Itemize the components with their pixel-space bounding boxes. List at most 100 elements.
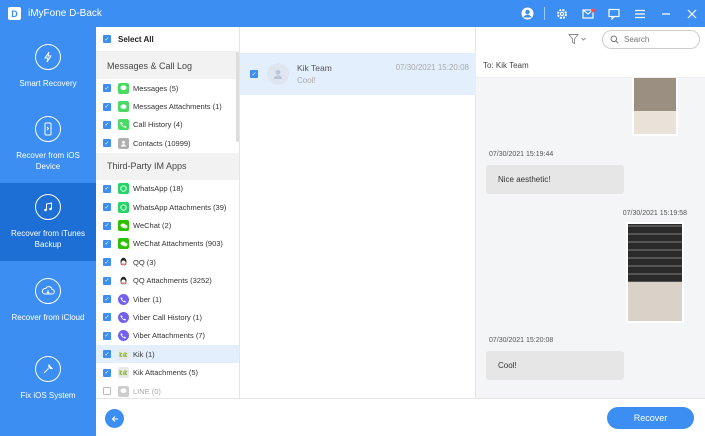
image-message[interactable]	[632, 78, 678, 136]
category-checkbox[interactable]: ✓	[103, 295, 111, 304]
arrow-left-icon	[111, 415, 118, 422]
category-panel: ✓ Select All Messages & Call Log ✓ Messa…	[96, 27, 240, 398]
app-title: iMyFone D-Back	[28, 8, 102, 19]
category-item[interactable]: ✓ WhatsApp Attachments (39)	[96, 198, 239, 216]
category-item[interactable]: ✓ Messages Attachments (1)	[96, 97, 239, 115]
category-label: Messages (5)	[133, 83, 179, 93]
title-separator	[544, 7, 545, 20]
chat-area[interactable]: 07/30/2021 15:19:44 Nice aesthetic! 07/3…	[476, 78, 705, 398]
sidebar-item-label: Smart Recovery	[19, 78, 77, 88]
chat-header: To: Kik Team	[476, 53, 705, 78]
category-checkbox[interactable]: ✓	[103, 276, 111, 285]
category-item[interactable]: ✓ Kik Attachments (5)	[96, 363, 239, 381]
wechat-icon	[118, 220, 129, 232]
category-item[interactable]: ✓ Viber (1)	[96, 290, 239, 308]
category-item[interactable]: ✓ Viber Attachments (7)	[96, 327, 239, 345]
category-checkbox[interactable]: ✓	[103, 203, 111, 212]
sidebar-item-label: Fix iOS System	[20, 390, 76, 400]
category-item[interactable]: ✓ Viber Call History (1)	[96, 308, 239, 326]
whatsapp-icon	[118, 183, 129, 195]
sidebar-item-smart-recovery[interactable]: Smart Recovery	[0, 27, 96, 105]
kik-icon	[118, 348, 129, 360]
phone-icon	[118, 119, 129, 131]
category-label: Viber (1)	[133, 294, 162, 304]
sidebar-item-label: Recover from iTunes Backup	[11, 229, 85, 249]
message-bubble: Cool!	[486, 351, 624, 380]
search-icon	[610, 35, 619, 44]
search-box[interactable]	[602, 30, 700, 49]
viber-call-history-icon	[118, 311, 129, 323]
conversation-checkbox[interactable]: ✓	[250, 70, 258, 78]
category-item[interactable]: ✓ Kik (1)	[96, 345, 239, 364]
category-item[interactable]: ✓ WeChat (2)	[96, 216, 239, 234]
category-checkbox[interactable]: ✓	[103, 184, 111, 193]
settings-icon[interactable]	[549, 0, 575, 27]
category-label: Messages Attachments (1)	[133, 102, 222, 112]
category-checkbox[interactable]: ✓	[103, 313, 111, 322]
category-checkbox[interactable]: ✓	[103, 350, 111, 359]
category-item[interactable]: ✓ Messages (5)	[96, 79, 239, 97]
back-button[interactable]	[105, 409, 124, 428]
category-label: QQ Attachments (3252)	[133, 276, 212, 286]
search-input[interactable]	[624, 35, 694, 44]
menu-icon[interactable]	[627, 0, 653, 27]
category-checkbox[interactable]: ✓	[103, 120, 111, 129]
category-checkbox[interactable]	[103, 387, 111, 396]
category-checkbox[interactable]: ✓	[103, 139, 111, 148]
category-label: Kik Attachments (5)	[133, 368, 199, 378]
feedback-icon[interactable]	[601, 0, 627, 27]
category-checkbox[interactable]: ✓	[103, 84, 111, 93]
category-checkbox[interactable]: ✓	[103, 102, 111, 111]
conversation-preview: Cool!	[297, 76, 316, 85]
category-label: WhatsApp Attachments (39)	[133, 202, 227, 212]
category-label: QQ (3)	[133, 257, 156, 267]
filter-icon[interactable]	[568, 32, 590, 46]
category-item[interactable]: ✓ QQ Attachments (3252)	[96, 272, 239, 290]
category-item[interactable]: LINE (0)	[96, 382, 239, 398]
category-label: WeChat Attachments (903)	[133, 239, 223, 249]
category-item[interactable]: ✓ Call History (4)	[96, 116, 239, 134]
wechat-attachments-icon	[118, 238, 129, 250]
kik-attachments-icon	[118, 367, 129, 379]
sidebar-item-icloud[interactable]: Recover from iCloud	[0, 261, 96, 339]
category-checkbox[interactable]: ✓	[103, 331, 111, 340]
close-icon[interactable]	[679, 0, 705, 27]
group-header: Messages & Call Log	[96, 52, 239, 79]
recover-button[interactable]: Recover	[607, 407, 694, 429]
category-label: Contacts (10999)	[133, 138, 191, 148]
minimize-icon[interactable]	[653, 0, 679, 27]
sidebar-item-label: Recover from iOS Device	[16, 151, 80, 171]
category-item[interactable]: ✓ Contacts (10999)	[96, 134, 239, 152]
app-logo: D	[8, 7, 21, 20]
category-scrollbar[interactable]	[236, 52, 239, 142]
footer: Recover	[96, 398, 705, 436]
sidebar-item-itunes-backup[interactable]: Recover from iTunes Backup	[0, 183, 96, 261]
category-label: LINE (0)	[133, 386, 161, 396]
conversation-panel: ✓ Kik Team Cool! 07/30/2021 15:20:08	[240, 27, 476, 398]
category-checkbox[interactable]: ✓	[103, 239, 111, 248]
category-item[interactable]: ✓ WeChat Attachments (903)	[96, 235, 239, 253]
smart-recovery-icon	[35, 43, 61, 70]
mail-icon[interactable]	[575, 0, 601, 27]
sidebar-item-fix-ios[interactable]: Fix iOS System	[0, 339, 96, 417]
message-bubble: Nice aesthetic!	[486, 165, 624, 194]
image-message[interactable]	[626, 222, 684, 323]
category-item[interactable]: ✓ QQ (3)	[96, 253, 239, 271]
category-checkbox[interactable]: ✓	[103, 368, 111, 377]
category-checkbox[interactable]: ✓	[103, 258, 111, 267]
account-icon[interactable]	[514, 0, 540, 27]
category-checkbox[interactable]: ✓	[103, 221, 111, 230]
qq-icon	[118, 257, 129, 268]
wrench-icon	[35, 355, 61, 382]
title-bar: D iMyFone D-Back	[0, 0, 705, 27]
category-label: Call History (4)	[133, 120, 183, 130]
select-all-row[interactable]: ✓ Select All	[96, 27, 239, 52]
select-all-checkbox[interactable]: ✓	[103, 35, 111, 43]
category-item[interactable]: ✓ WhatsApp (18)	[96, 180, 239, 198]
conversation-item[interactable]: ✓ Kik Team Cool! 07/30/2021 15:20:08	[240, 53, 476, 95]
category-label: WhatsApp (18)	[133, 184, 184, 194]
sidebar-item-ios-device[interactable]: Recover from iOS Device	[0, 105, 96, 183]
messages-icon	[118, 82, 129, 94]
viber-attachments-icon	[118, 330, 129, 342]
messages-attachments-icon	[118, 101, 129, 113]
